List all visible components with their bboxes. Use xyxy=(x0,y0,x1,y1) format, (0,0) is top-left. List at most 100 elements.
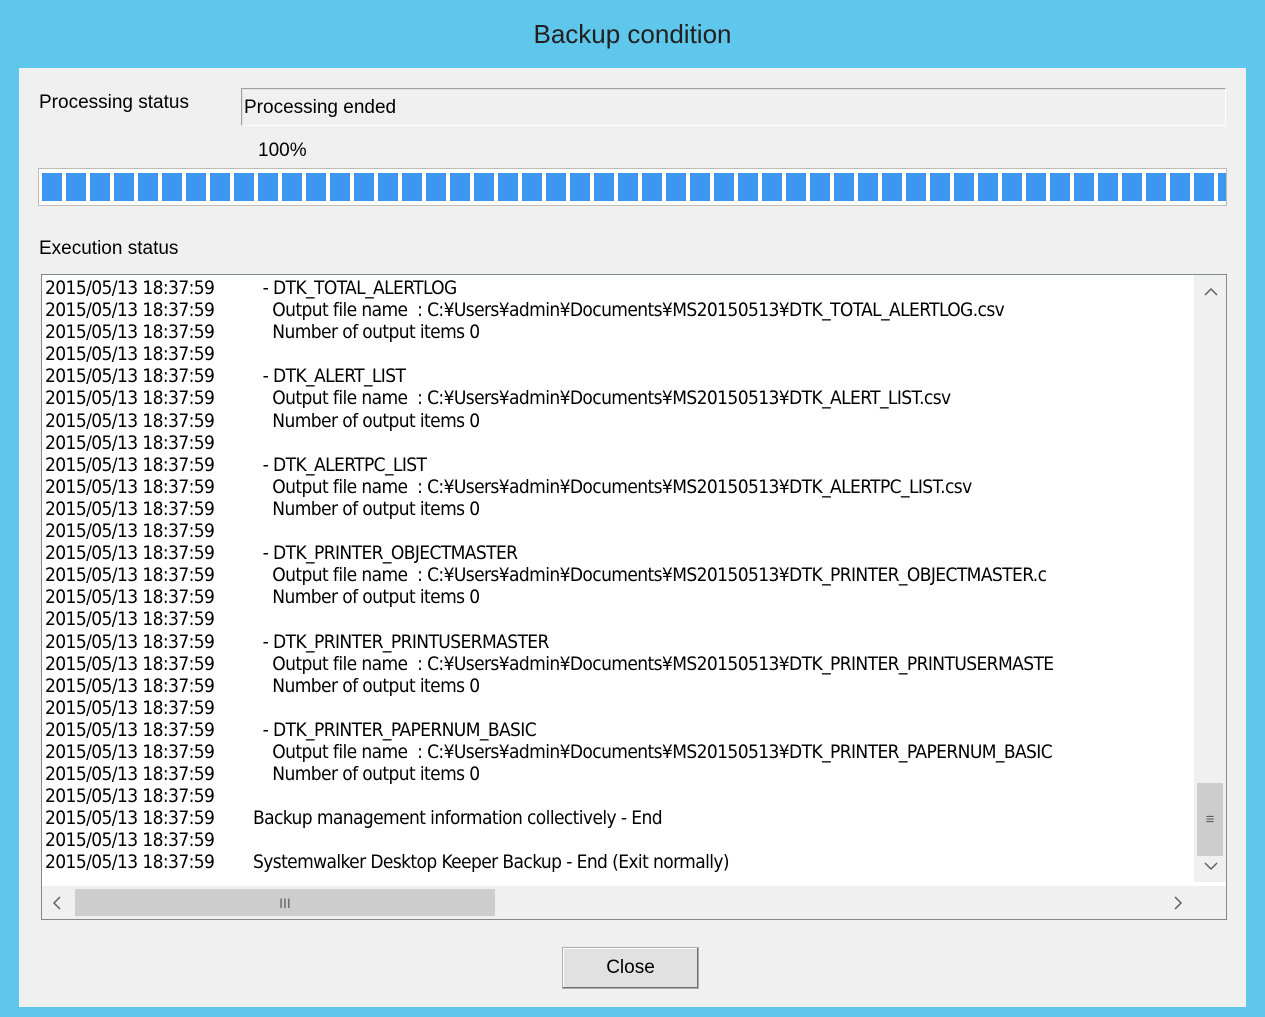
progress-segment xyxy=(522,173,542,201)
progress-segment xyxy=(330,173,350,201)
progress-segment xyxy=(858,173,878,201)
progress-segment xyxy=(666,173,686,201)
log-message: Number of output items 0 xyxy=(253,763,480,786)
progress-segment xyxy=(210,173,230,201)
log-timestamp: 2015/05/13 18:37:59 xyxy=(45,851,215,874)
log-timestamp: 2015/05/13 18:37:59 xyxy=(45,740,215,763)
progress-segment xyxy=(1074,173,1094,201)
vertical-scrollbar[interactable]: ≡ xyxy=(1194,275,1226,882)
progress-segment xyxy=(906,173,926,201)
log-timestamp: 2015/05/13 18:37:59 xyxy=(45,497,215,520)
log-timestamp: 2015/05/13 18:37:59 xyxy=(45,431,215,454)
log-line: 2015/05/13 18:37:59 xyxy=(45,697,1194,720)
log-line: 2015/05/13 18:37:59 - DTK_ALERT_LIST xyxy=(45,366,1194,388)
window-title: Backup condition xyxy=(533,18,732,49)
chevron-down-icon[interactable] xyxy=(1195,849,1226,882)
backup-condition-dialog: Backup condition Processing status Proce… xyxy=(0,0,1265,1017)
progress-segment xyxy=(546,173,566,201)
log-message: - DTK_PRINTER_PRINTUSERMASTER xyxy=(253,630,550,653)
log-line: 2015/05/13 18:37:59 Output file name : C… xyxy=(45,740,1194,764)
progress-segment xyxy=(930,173,950,201)
log-timestamp: 2015/05/13 18:37:59 xyxy=(45,278,215,299)
progress-segment xyxy=(1050,173,1070,201)
progress-segment xyxy=(186,173,206,201)
progress-segment xyxy=(786,173,806,201)
log-message: Output file name : C:¥Users¥admin¥Docume… xyxy=(253,475,972,498)
log-line: 2015/05/13 18:37:59 xyxy=(45,786,1194,808)
horizontal-scrollbar[interactable]: III xyxy=(42,886,1195,919)
log-line: 2015/05/13 18:37:59 Number of output ite… xyxy=(45,497,1194,521)
log-line: 2015/05/13 18:37:59 xyxy=(45,830,1194,852)
progress-percent: 100% xyxy=(258,140,307,161)
log-timestamp: 2015/05/13 18:37:59 xyxy=(45,652,215,675)
log-timestamp: 2015/05/13 18:37:59 xyxy=(45,586,215,609)
progress-segment xyxy=(402,173,422,201)
progress-segment xyxy=(738,173,758,201)
progress-segment xyxy=(834,173,854,201)
log-timestamp: 2015/05/13 18:37:59 xyxy=(45,299,215,322)
log-line: 2015/05/13 18:37:59 xyxy=(45,431,1194,455)
progress-segment xyxy=(882,173,902,201)
log-timestamp: 2015/05/13 18:37:59 xyxy=(45,343,215,366)
log-line: 2015/05/13 18:37:59 xyxy=(45,344,1194,366)
progress-segment xyxy=(978,173,998,201)
log-line: 2015/05/13 18:37:59 Number of output ite… xyxy=(45,587,1194,609)
progress-segment xyxy=(1194,173,1214,201)
execution-log[interactable]: 2015/05/13 18:37:59 - DTK_TOTAL_ALERTLOG… xyxy=(41,274,1227,920)
log-message: Output file name : C:¥Users¥admin¥Docume… xyxy=(253,740,1053,763)
chevron-up-icon[interactable] xyxy=(1195,275,1226,308)
log-message: - DTK_ALERT_LIST xyxy=(253,365,406,388)
log-timestamp: 2015/05/13 18:37:59 xyxy=(45,520,215,543)
progress-segment xyxy=(354,173,374,201)
progress-segment xyxy=(42,173,62,201)
scrollbar-corner xyxy=(1195,886,1226,919)
progress-segment xyxy=(378,173,398,201)
horizontal-scroll-thumb[interactable]: III xyxy=(75,889,495,916)
progress-segment xyxy=(594,173,614,201)
log-line: 2015/05/13 18:37:59 Number of output ite… xyxy=(45,322,1194,344)
log-line: 2015/05/13 18:37:59 Backup management inf… xyxy=(45,808,1194,830)
log-timestamp: 2015/05/13 18:37:59 xyxy=(45,365,215,388)
log-line: 2015/05/13 18:37:59 - DTK_ALERTPC_LIST xyxy=(45,454,1194,477)
progress-segment xyxy=(474,173,494,201)
log-timestamp: 2015/05/13 18:37:59 xyxy=(45,763,215,786)
log-timestamp: 2015/05/13 18:37:59 xyxy=(45,475,215,498)
progress-segment xyxy=(426,173,446,201)
execution-status-label: Execution status xyxy=(39,238,179,259)
log-line: 2015/05/13 18:37:59 - DTK_PRINTER_PRINTU… xyxy=(45,630,1194,654)
chevron-right-icon[interactable] xyxy=(1163,886,1193,919)
progress-segment xyxy=(498,173,518,201)
progress-segment xyxy=(618,173,638,201)
log-line: 2015/05/13 18:37:59 Systemwalker Desktop … xyxy=(45,852,1194,874)
chevron-left-icon[interactable] xyxy=(42,886,72,919)
close-button[interactable]: Close xyxy=(562,947,699,989)
progress-segment xyxy=(714,173,734,201)
log-message: Output file name : C:¥Users¥admin¥Docume… xyxy=(253,652,1054,675)
log-timestamp: 2015/05/13 18:37:59 xyxy=(45,807,215,830)
log-line: 2015/05/13 18:37:59 Output file name : C… xyxy=(45,565,1194,587)
log-timestamp: 2015/05/13 18:37:59 xyxy=(45,608,215,631)
log-message: Number of output items 0 xyxy=(253,409,480,432)
log-message: Output file name : C:¥Users¥admin¥Docume… xyxy=(253,564,1047,587)
progress-segment xyxy=(1122,173,1142,201)
progress-segment xyxy=(690,173,710,201)
log-timestamp: 2015/05/13 18:37:59 xyxy=(45,321,215,344)
log-timestamp: 2015/05/13 18:37:59 xyxy=(45,564,215,587)
log-timestamp: 2015/05/13 18:37:59 xyxy=(45,829,215,852)
log-line: 2015/05/13 18:37:59 Output file name : C… xyxy=(45,475,1194,499)
log-timestamp: 2015/05/13 18:37:59 xyxy=(45,718,215,741)
log-message: Output file name : C:¥Users¥admin¥Docume… xyxy=(253,299,1005,322)
progress-segment xyxy=(1002,173,1022,201)
vertical-scroll-thumb[interactable]: ≡ xyxy=(1197,783,1223,856)
progress-segment xyxy=(138,173,158,201)
progress-segment xyxy=(234,173,254,201)
progress-segment xyxy=(450,173,470,201)
log-timestamp: 2015/05/13 18:37:59 xyxy=(45,630,215,653)
log-timestamp: 2015/05/13 18:37:59 xyxy=(45,785,215,808)
log-line: 2015/05/13 18:37:59 xyxy=(45,521,1194,543)
execution-log-content: 2015/05/13 18:37:59 - DTK_TOTAL_ALERTLOG… xyxy=(45,278,1194,882)
log-line: 2015/05/13 18:37:59 - DTK_PRINTER_OBJECT… xyxy=(45,543,1194,565)
log-timestamp: 2015/05/13 18:37:59 xyxy=(45,674,215,697)
progress-segment xyxy=(1218,173,1226,201)
log-message: Backup management information collective… xyxy=(253,807,663,830)
